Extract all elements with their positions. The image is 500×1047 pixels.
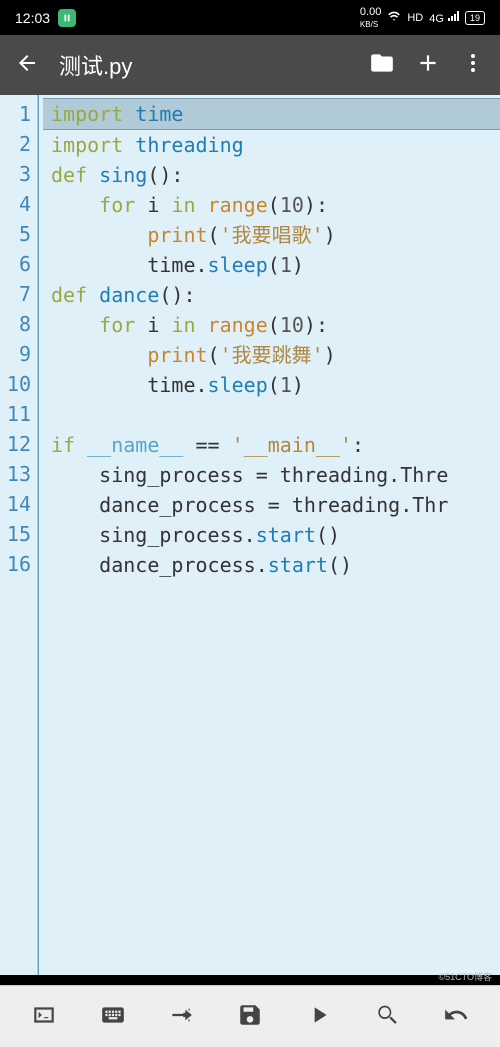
tab-button[interactable] [168,1002,194,1032]
add-button[interactable] [415,50,441,81]
code-line[interactable]: dance_process = threading.Thr [43,490,500,520]
save-button[interactable] [237,1002,263,1032]
keyboard-button[interactable] [100,1002,126,1032]
app-bar: 测试.py [0,35,500,95]
line-number: 9 [0,339,37,369]
line-number: 16 [0,549,37,579]
line-number: 8 [0,309,37,339]
code-line[interactable]: dance_process.start() [43,550,500,580]
code-line[interactable]: def sing(): [43,160,500,190]
hd-indicator: HD [407,12,423,24]
code-line[interactable]: time.sleep(1) [43,370,500,400]
network-speed: 0.00KB/S [360,6,381,30]
line-number: 11 [0,399,37,429]
back-button[interactable] [15,51,39,80]
watermark: ©51CTO博客 [439,970,492,983]
code-line[interactable] [43,400,500,430]
line-number: 12 [0,429,37,459]
search-button[interactable] [374,1002,400,1032]
code-line[interactable]: sing_process.start() [43,520,500,550]
folder-button[interactable] [369,50,395,81]
line-number: 13 [0,459,37,489]
code-line[interactable]: for i in range(10): [43,190,500,220]
line-number: 5 [0,219,37,249]
code-line[interactable]: def dance(): [43,280,500,310]
code-editor[interactable]: 12345678910111213141516 import timeimpor… [0,95,500,975]
wifi-icon [387,9,401,26]
code-line[interactable]: import time [43,98,500,130]
file-title: 测试.py [59,49,349,81]
run-button[interactable] [306,1002,332,1032]
code-line[interactable]: sing_process = threading.Thre [43,460,500,490]
code-area[interactable]: import timeimport threadingdef sing(): f… [38,95,500,975]
status-bar: 12:03 0.00KB/S HD 4G 19 [0,0,500,35]
terminal-button[interactable] [31,1002,57,1032]
app-indicator-icon [58,9,76,27]
signal-icon: 4G [429,10,459,25]
line-number: 14 [0,489,37,519]
code-line[interactable]: print('我要唱歌') [43,220,500,250]
code-line[interactable]: print('我要跳舞') [43,340,500,370]
status-time: 12:03 [15,10,50,26]
code-line[interactable]: time.sleep(1) [43,250,500,280]
line-number: 2 [0,129,37,159]
line-gutter: 12345678910111213141516 [0,95,38,975]
line-number: 3 [0,159,37,189]
line-number: 7 [0,279,37,309]
more-button[interactable] [461,51,485,80]
line-number: 15 [0,519,37,549]
undo-button[interactable] [443,1002,469,1032]
line-number: 6 [0,249,37,279]
code-line[interactable]: import threading [43,130,500,160]
line-number: 4 [0,189,37,219]
line-number: 10 [0,369,37,399]
battery-indicator: 19 [465,11,485,25]
code-line[interactable]: if __name__ == '__main__': [43,430,500,460]
bottom-toolbar [0,985,500,1047]
line-number: 1 [0,99,37,129]
code-line[interactable]: for i in range(10): [43,310,500,340]
